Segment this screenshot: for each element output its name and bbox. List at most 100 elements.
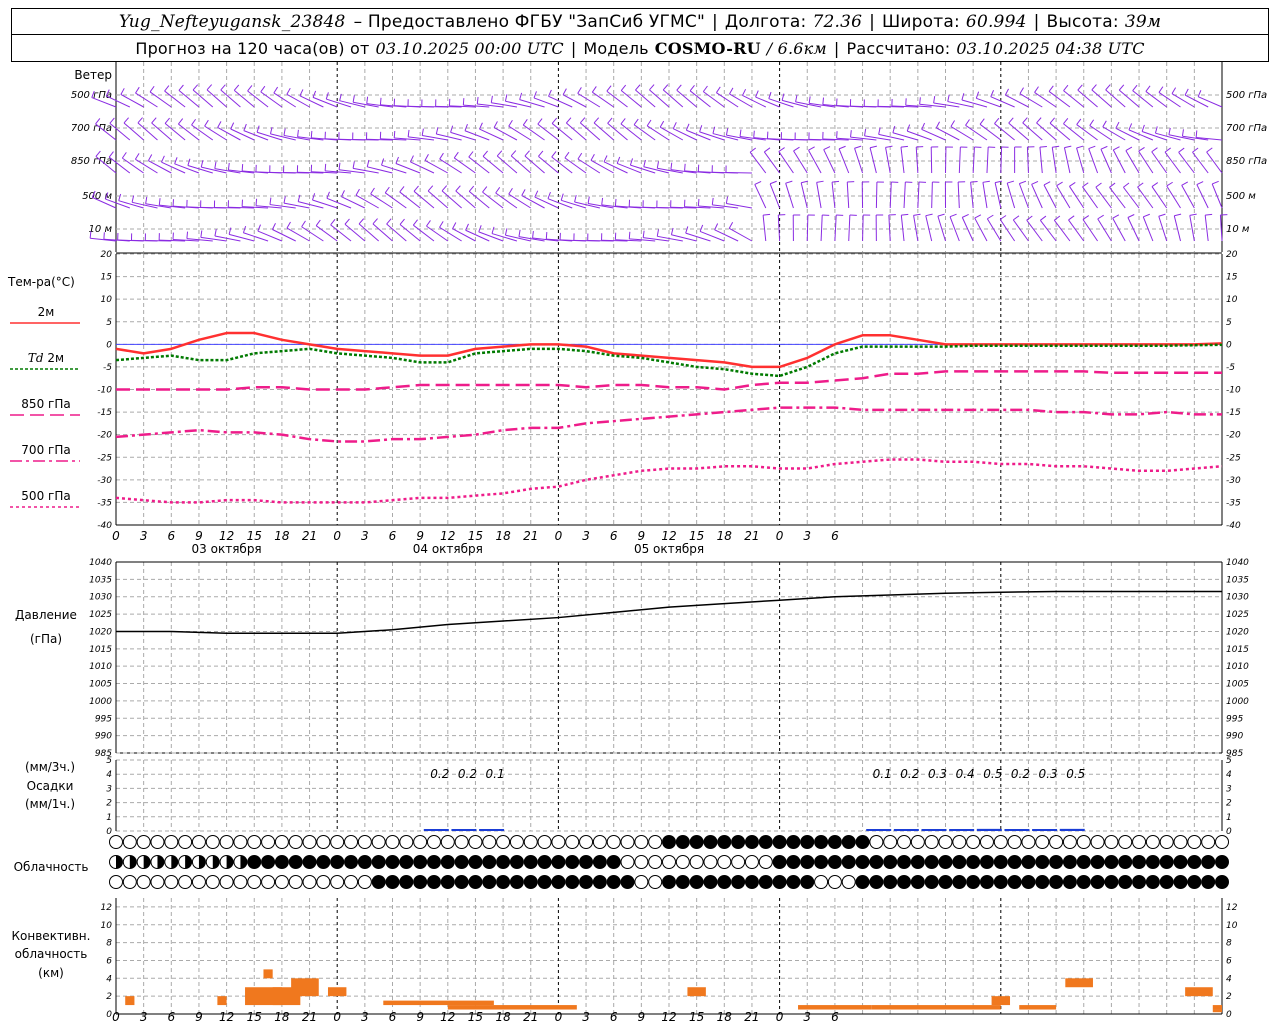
wind-barb-flag [1164, 147, 1171, 153]
wind-barb [762, 215, 767, 242]
wind-barb [1141, 131, 1167, 141]
wind-barb-flag [672, 122, 677, 129]
wind-barb-flag [1052, 145, 1060, 148]
cloud-symbol [1159, 835, 1174, 849]
date-label: 05 октября [634, 542, 704, 556]
temp-xtick: 6 [610, 529, 618, 543]
precip-ytick-right: 2 [1226, 799, 1232, 809]
wind-barb [217, 127, 241, 141]
wind-barb-flag [427, 185, 434, 192]
conv-cloud-bar [327, 987, 347, 997]
wind-barb-flag [656, 161, 660, 169]
wind-barb-flag [214, 161, 217, 169]
wind-barb-flag [994, 117, 1000, 124]
wind-barb-flag [979, 118, 985, 125]
wind-barb-flag [496, 150, 503, 157]
cloud-symbol [662, 855, 676, 869]
wind-barb [1100, 148, 1112, 174]
wind-level-label-right: 500 м [1226, 191, 1256, 202]
wind-barb [986, 147, 989, 174]
cloud-symbol [178, 835, 193, 849]
temp-xtick: 0 [333, 529, 341, 543]
cloud-symbol [1007, 875, 1022, 889]
cloud-symbol [371, 875, 386, 889]
temp-xtick: 3 [140, 529, 148, 543]
wind-barb-flag [426, 220, 431, 227]
cloud-symbol [1104, 875, 1119, 889]
precip-3h-label: 0.3 [928, 767, 947, 781]
cloud-symbol [1035, 875, 1050, 889]
cloud-symbol-half [198, 855, 206, 869]
wind-level-label: 500 гПа [71, 90, 112, 101]
cloud-symbol [703, 875, 718, 889]
wind-barb [1122, 186, 1140, 209]
cloud-symbol [344, 835, 359, 849]
precip-3h-label: 0.3 [1039, 767, 1058, 781]
wind-barb-flag [754, 181, 762, 185]
wind-barb-flag [1100, 145, 1108, 150]
precip-bar [866, 829, 892, 831]
wind-barb-flag [1206, 147, 1213, 153]
cloud-symbol [426, 855, 441, 869]
wind-barb [312, 96, 338, 108]
cloud-symbol [551, 875, 566, 889]
temp-ytick-right: 20 [1226, 250, 1238, 260]
precip-ytick-right: 4 [1226, 770, 1232, 780]
cloud-symbol [1090, 875, 1105, 889]
wind-barb [616, 162, 642, 174]
wind-barb-flag [1105, 84, 1111, 91]
wind-barb-flag [355, 188, 360, 196]
temp-ytick-right: -20 [1226, 431, 1241, 441]
wind-barb-flag [808, 96, 811, 104]
temp-ytick: -25 [97, 453, 112, 463]
wind-barb-flag [591, 86, 597, 93]
wind-barb-flag [468, 151, 474, 158]
wind-barb-flag [1076, 145, 1084, 149]
cloud-symbol [261, 855, 276, 869]
conv-xtick: 15 [468, 1010, 483, 1024]
cloud-symbol [399, 875, 414, 889]
temp-ytick-right: 5 [1226, 318, 1232, 328]
wind-barb-flag [764, 147, 771, 153]
pressure-ytick: 1040 [89, 558, 112, 568]
wind-barb-flag [1166, 181, 1173, 187]
wind-barb [286, 93, 310, 108]
wind-barb-flag [614, 198, 617, 206]
temp-ytick-right: 15 [1226, 273, 1238, 283]
wind-barb-flag [1102, 120, 1107, 128]
wind-barb [869, 147, 877, 174]
temp-ytick-right: -30 [1226, 476, 1241, 486]
cloud-symbol-half [157, 855, 164, 869]
cloud-symbol-half [226, 855, 234, 869]
cloud-symbol [1118, 855, 1133, 869]
cloud-symbol [744, 835, 759, 849]
wind-barb-flag [1019, 87, 1024, 94]
precip-bar [423, 829, 449, 831]
temp-ytick-right: 10 [1226, 295, 1238, 305]
wind-barb-flag [256, 125, 260, 133]
wind-barb-flag [407, 129, 410, 137]
cloud-symbol [938, 875, 953, 889]
temp-ytick: -5 [103, 363, 112, 373]
wind-barb-flag [421, 128, 424, 136]
cloud-symbol [924, 875, 939, 889]
wind-barb [260, 91, 283, 108]
wind-barb-flag [493, 121, 498, 128]
conv-cloud-bar [125, 996, 135, 1006]
cloud-symbol [979, 855, 994, 869]
precip-bar [1059, 828, 1085, 831]
wind-barb-flag [656, 229, 660, 237]
wind-barb-flag [538, 150, 544, 157]
cloud-symbol [385, 835, 400, 849]
precip-3h-label: 0.1 [873, 767, 892, 781]
wind-barb-flag [1205, 213, 1213, 216]
wind-barb-flag [1158, 86, 1164, 93]
cloud-symbol [841, 875, 856, 889]
wind-barb-flag [878, 127, 881, 135]
cloud-symbol [523, 835, 538, 849]
wind-barb-flag [854, 145, 862, 149]
conv-cloud-bar [1212, 1009, 1222, 1013]
cloud-symbol [399, 855, 414, 869]
wind-barb-flag [606, 85, 612, 92]
conv-cloud-bar [1065, 978, 1093, 988]
